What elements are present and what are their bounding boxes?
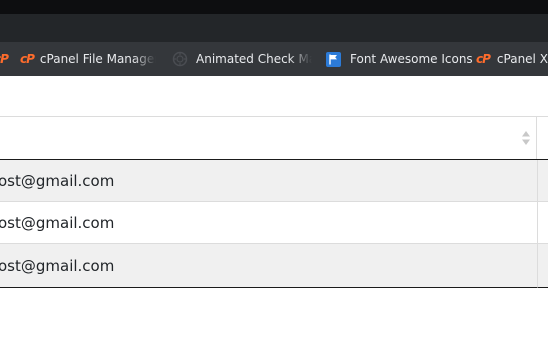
cpanel-icon: cP [20,52,35,66]
table-cell [537,160,548,202]
cpanel-icon: cP [0,52,9,66]
email-cell: ost@gmail.com [0,256,115,275]
bookmark-cpanel-file-manager[interactable]: cP cPanel File Manager v [20,42,156,76]
table-row: ost@gmail.com [0,160,537,202]
bookmark-label: Font Awesome Icons [350,52,473,66]
animated-check-icon [172,51,188,67]
bookmark-label: cPanel File Manager v [39,52,156,66]
email-cell: ost@gmail.com [0,213,115,232]
window-top-strip [0,0,548,14]
bookmark-label: cPanel X [496,52,548,66]
bookmark-animated-check[interactable]: Animated Check Mar [172,42,312,76]
browser-tab-strip [0,14,548,42]
table-row: ost@gmail.com [0,202,537,244]
bookmark-label: Animated Check Mar [196,52,312,66]
bookmarks-bar: cP cP cPanel File Manager v Animated Che… [0,42,548,76]
table-row: ost@gmail.com [0,244,537,288]
column-divider [536,117,537,159]
cpanel-icon: cP [476,52,491,66]
bookmark-cpanel-x[interactable]: cP cPanel X [476,42,548,76]
table-cell [537,202,548,244]
table-header-row [0,116,548,160]
sort-icon[interactable] [521,130,531,146]
table-cell [537,244,548,288]
font-awesome-flag-icon [326,51,341,67]
bookmark-partial[interactable]: cP [0,42,9,76]
email-cell: ost@gmail.com [0,171,115,190]
bookmark-font-awesome-icons[interactable]: Font Awesome Icons [326,42,473,76]
